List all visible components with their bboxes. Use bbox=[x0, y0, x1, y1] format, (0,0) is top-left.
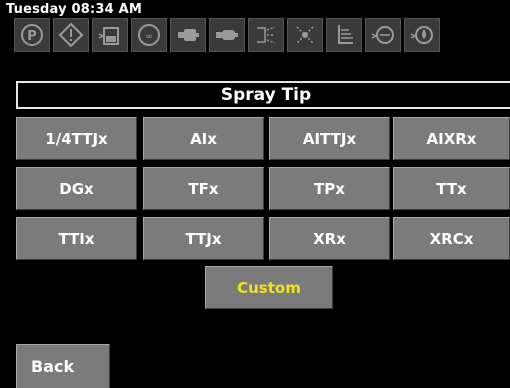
svg-text:∞: ∞ bbox=[145, 32, 153, 42]
boom-spray-icon[interactable] bbox=[326, 18, 362, 52]
tip-button-xrx[interactable]: XRx bbox=[269, 217, 390, 260]
tip-button-1-4ttjx[interactable]: 1/4TTJx bbox=[16, 117, 137, 160]
tip-button-xrcx[interactable]: XRCx bbox=[393, 217, 510, 260]
tank-level-icon[interactable] bbox=[92, 18, 128, 52]
tip-button-dgx[interactable]: DGx bbox=[16, 167, 137, 210]
parking-icon[interactable]: P bbox=[14, 18, 50, 52]
custom-button[interactable]: Custom bbox=[205, 266, 333, 309]
tip-button-aixrx[interactable]: AIXRx bbox=[393, 117, 510, 160]
page-title: Spray Tip bbox=[16, 81, 510, 109]
droplet-valve-icon[interactable] bbox=[404, 18, 440, 52]
warning-icon[interactable] bbox=[53, 18, 89, 52]
tip-button-aix[interactable]: AIx bbox=[143, 117, 264, 160]
svg-text:P: P bbox=[27, 29, 37, 44]
status-datetime: Tuesday 08:34 AM bbox=[6, 2, 143, 17]
back-button[interactable]: Back bbox=[16, 344, 110, 388]
nozzle-icon[interactable] bbox=[248, 18, 284, 52]
tip-button-tpx[interactable]: TPx bbox=[269, 167, 390, 210]
tank-icon[interactable]: ∞ bbox=[131, 18, 167, 52]
pump-icon[interactable] bbox=[170, 18, 206, 52]
spray-nozzle-icon[interactable] bbox=[287, 18, 323, 52]
icon-toolbar: P ∞ bbox=[14, 18, 510, 54]
tip-button-tfx[interactable]: TFx bbox=[143, 167, 264, 210]
tip-button-ttx[interactable]: TTx bbox=[393, 167, 510, 210]
tip-button-ttix[interactable]: TTIx bbox=[16, 217, 137, 260]
pump-alt-icon[interactable] bbox=[209, 18, 245, 52]
tip-button-ttjx[interactable]: TTJx bbox=[143, 217, 264, 260]
tip-button-aittjx[interactable]: AITTJx bbox=[269, 117, 390, 160]
flow-meter-icon[interactable] bbox=[365, 18, 401, 52]
